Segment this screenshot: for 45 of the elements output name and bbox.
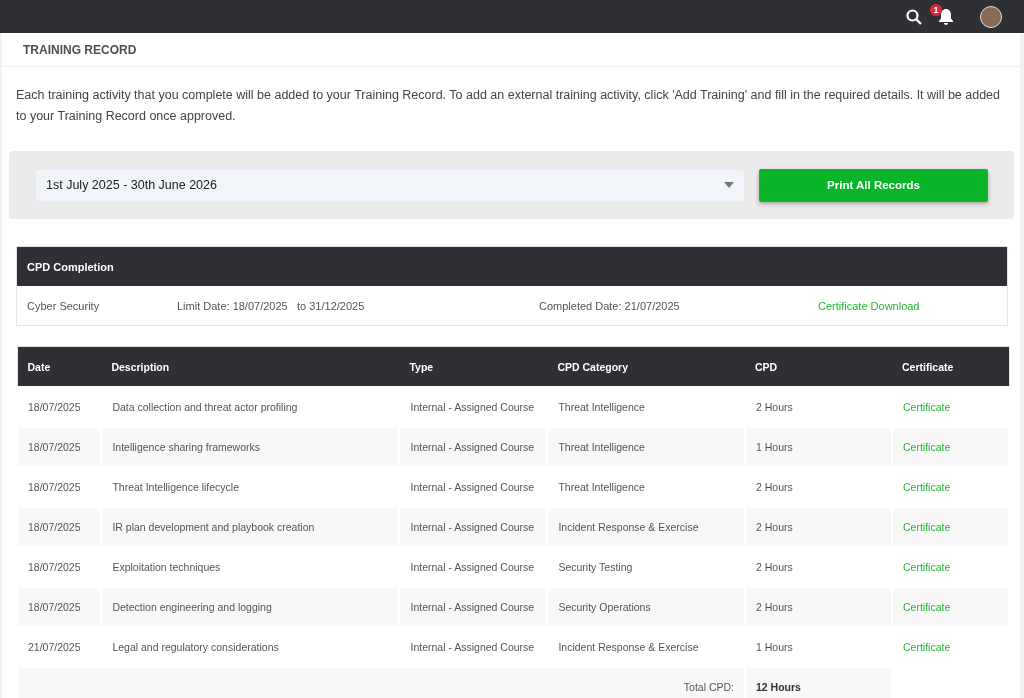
- certificate-link[interactable]: Certificate: [903, 481, 951, 493]
- type-cell: Internal - Assigned Course: [399, 587, 548, 627]
- avatar[interactable]: [980, 5, 1002, 28]
- date-cell: 18/07/2025: [17, 587, 102, 627]
- intro-text: Each training activity that you complete will be added to your Training Record. To add an external training activity, click 'Add Training' and fill in the required details. It will be added to your Training Record once approved.: [15, 87, 1001, 125]
- date-cell: 18/07/2025: [17, 507, 102, 547]
- cpd-cell: 2 Hours: [745, 587, 892, 627]
- total-label: Total CPD:: [17, 667, 745, 698]
- column-header: CPD: [745, 346, 892, 387]
- to-date: to 31/12/2025: [297, 299, 366, 312]
- column-header: CPD Category: [547, 346, 745, 387]
- cpd-cell: 2 Hours: [745, 507, 892, 547]
- column-header: Date: [17, 346, 102, 387]
- type-cell: Internal - Assigned Course: [399, 507, 548, 547]
- bell-icon[interactable]: [936, 6, 956, 27]
- completed-date: Completed Date: 21/07/2025: [539, 299, 681, 312]
- section-header: CPD Completion: [17, 247, 1007, 286]
- notification-badge: 1: [930, 3, 942, 16]
- total-value: 12 Hours: [745, 667, 892, 698]
- certificate-download-link[interactable]: Certificate Download: [818, 299, 920, 312]
- search-icon[interactable]: [906, 8, 922, 25]
- cpd-cell: 1 Hours: [745, 427, 892, 467]
- print-button[interactable]: Print All Records: [759, 168, 988, 202]
- certificate-link[interactable]: Certificate: [903, 561, 951, 573]
- certificate-link[interactable]: Certificate: [903, 441, 951, 453]
- category-cell: Incident Response & Exercise: [547, 507, 745, 547]
- column-header: Description: [101, 346, 400, 387]
- period-dropdown[interactable]: 1st July 2025 - 30th June 2026: [36, 169, 744, 201]
- caret-icon: [724, 182, 734, 188]
- course-name: Cyber Security: [27, 299, 101, 312]
- column-header: Certificate: [892, 346, 1009, 387]
- category-cell: Security Operations: [547, 587, 745, 627]
- category-cell: Threat Intelligence: [547, 427, 745, 467]
- page-title: TRAINING RECORD: [2, 33, 1020, 67]
- certificate-link[interactable]: Certificate: [903, 521, 951, 533]
- description-cell: Detection engineering and logging: [101, 587, 400, 627]
- type-cell: Internal - Assigned Course: [399, 427, 548, 467]
- description-cell: Intelligence sharing frameworks: [101, 427, 400, 467]
- certificate-link[interactable]: Certificate: [903, 641, 951, 653]
- limit-date: Limit Date: 18/07/2025: [177, 299, 289, 312]
- description-cell: IR plan development and playbook creation: [101, 507, 400, 547]
- certificate-link[interactable]: Certificate: [903, 601, 951, 613]
- column-header: Type: [399, 346, 548, 387]
- date-cell: 18/07/2025: [17, 427, 102, 467]
- certificate-link[interactable]: Certificate: [903, 401, 951, 413]
